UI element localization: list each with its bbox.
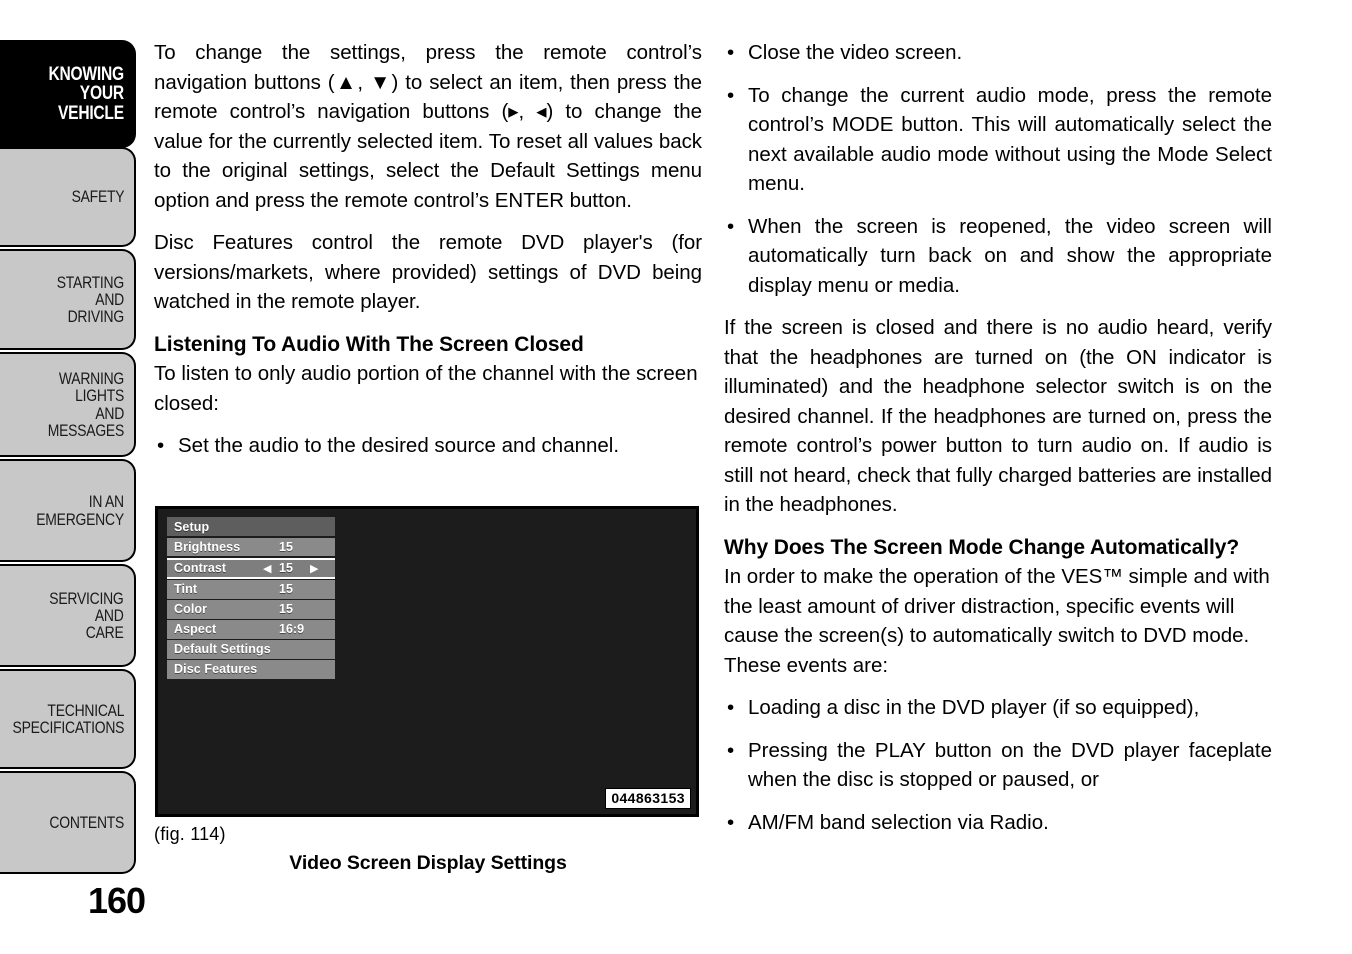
sidebar-tab-label: TECHNICAL SPECIFICATIONS <box>12 700 124 737</box>
figure-reference: (fig. 114) <box>154 824 226 844</box>
sidebar-tab-label: SAFETY <box>71 187 124 207</box>
setup-menu-item-tint[interactable]: Tint 15 <box>167 580 335 599</box>
figure-image-code: 044863153 <box>605 788 691 809</box>
bullet-dot-icon: • <box>157 434 165 457</box>
setup-menu-item-label: Default Settings <box>174 642 271 657</box>
page-number: 160 <box>88 880 146 921</box>
setup-menu-item-value: 16:9 <box>279 622 305 637</box>
setup-menu-item-value: 15 <box>279 602 293 617</box>
list-item: • Loading a disc in the DVD player (if so… <box>724 693 1272 723</box>
section-tab-sidebar: KNOWING YOUR VEHICLE SAFETY STARTING AND… <box>0 0 136 954</box>
sidebar-tab-label: KNOWING YOUR VEHICLE <box>48 63 125 124</box>
setup-menu-item-value: 15 <box>279 582 293 597</box>
setup-menu-item-label: Aspect <box>174 622 217 637</box>
sidebar-tab-label: SERVICING AND CARE <box>49 588 124 643</box>
sidebar-tab-safety[interactable]: SAFETY <box>0 147 136 247</box>
sidebar-tab-label: WARNING LIGHTS AND MESSAGES <box>47 368 125 440</box>
setup-menu-item-aspect[interactable]: Aspect 16:9 <box>167 620 335 639</box>
bullet-dot-icon: • <box>727 696 735 719</box>
left-text-column: To change the settings, press the remote… <box>154 38 702 474</box>
arrow-right-icon[interactable]: ▶ <box>310 562 318 575</box>
sidebar-tab-contents[interactable]: CONTENTS <box>0 771 136 874</box>
sidebar-tab-label: CONTENTS <box>49 812 124 832</box>
setup-menu-item-label: Disc Features <box>174 662 258 677</box>
paragraph-disc-features: Disc Features control the remote DVD pla… <box>154 231 702 313</box>
setup-menu-title: Setup <box>174 519 210 534</box>
setup-menu-item-label: Color <box>174 602 208 617</box>
setup-menu-item-default-settings[interactable]: Default Settings <box>167 640 335 659</box>
list-item: • AM/FM band selection via Radio. <box>724 808 1272 838</box>
setup-menu-item-disc-features[interactable]: Disc Features <box>167 660 335 679</box>
list-item: • When the screen is reopened, the video … <box>724 212 1272 301</box>
heading-listening-to-audio: Listening To Audio With The Screen Close… <box>154 332 584 356</box>
paragraph-settings-instructions: To change the settings, press the remote… <box>154 41 702 212</box>
bullet-list-audio-setup: • Set the audio to the desired source and… <box>154 431 702 461</box>
bullet-dot-icon: • <box>727 83 735 107</box>
sidebar-tab-warning-lights-and-messages[interactable]: WARNING LIGHTS AND MESSAGES <box>0 352 136 457</box>
setup-menu-item-contrast[interactable]: Contrast ◀ 15 ▶ <box>167 557 335 579</box>
sidebar-tab-technical-specifications[interactable]: TECHNICAL SPECIFICATIONS <box>0 669 136 769</box>
setup-menu-title-row: Setup <box>167 517 335 536</box>
right-text-column: • Close the video screen. • To change the … <box>724 38 1272 850</box>
bullet-dot-icon: • <box>727 738 735 762</box>
list-item-text: Close the video screen. <box>748 41 963 64</box>
setup-menu-item-value: 15 <box>279 561 293 575</box>
arrow-left-icon[interactable]: ◀ <box>263 562 271 575</box>
manual-page: KNOWING YOUR VEHICLE SAFETY STARTING AND… <box>0 0 1352 954</box>
setup-menu-item-color[interactable]: Color 15 <box>167 600 335 619</box>
figure-caption: Video Screen Display Settings <box>289 852 567 874</box>
setup-menu-panel: Setup Brightness 15 Contrast ◀ 15 ▶ Tint… <box>167 517 335 680</box>
figure-video-screen-display-settings: Setup Brightness 15 Contrast ◀ 15 ▶ Tint… <box>155 506 699 817</box>
paragraph-listen-audio-only: To listen to only audio portion of the c… <box>154 362 698 415</box>
sidebar-tab-label: IN AN EMERGENCY <box>36 492 124 529</box>
sidebar-tab-servicing-and-care[interactable]: SERVICING AND CARE <box>0 564 136 667</box>
list-item-text: Loading a disc in the DVD player (if so … <box>748 696 1200 719</box>
bullet-dot-icon: • <box>727 41 735 64</box>
list-item-text: Set the audio to the desired source and … <box>178 434 620 457</box>
setup-menu-item-value: 15 <box>279 539 293 554</box>
list-item-text: To change the current audio mode, press … <box>748 83 1272 196</box>
list-item-text: AM/FM band selection via Radio. <box>748 810 1049 834</box>
bullet-dot-icon: • <box>727 214 735 238</box>
setup-menu-item-label: Brightness <box>174 539 241 554</box>
list-item-text: When the screen is reopened, the video s… <box>748 214 1272 297</box>
setup-menu-item-brightness[interactable]: Brightness 15 <box>167 537 335 556</box>
paragraph-ves-auto-switch: In order to make the operation of the VE… <box>724 565 1270 677</box>
bullet-list-auto-switch-events: • Loading a disc in the DVD player (if so… <box>724 693 1272 837</box>
setup-menu-item-label: Tint <box>174 582 198 597</box>
list-item: • Set the audio to the desired source and… <box>154 431 702 461</box>
list-item: • Close the video screen. <box>724 38 1272 68</box>
bullet-list-audio-closed-screen: • Close the video screen. • To change the … <box>724 38 1272 300</box>
sidebar-tab-in-an-emergency[interactable]: IN AN EMERGENCY <box>0 459 136 562</box>
sidebar-tab-starting-and-driving[interactable]: STARTING AND DRIVING <box>0 249 136 350</box>
list-item: • Pressing the PLAY button on the DVD pla… <box>724 736 1272 795</box>
setup-menu-item-label: Contrast <box>174 561 227 575</box>
bullet-dot-icon: • <box>727 810 735 834</box>
sidebar-tab-knowing-your-vehicle[interactable]: KNOWING YOUR VEHICLE <box>0 40 136 148</box>
heading-why-screen-mode-change: Why Does The Screen Mode Change Automati… <box>724 535 1240 559</box>
list-item: • To change the current audio mode, press… <box>724 81 1272 199</box>
list-item-text: Pressing the PLAY button on the DVD play… <box>748 738 1272 792</box>
sidebar-tab-label: STARTING AND DRIVING <box>56 272 124 327</box>
paragraph-headphone-troubleshooting: If the screen is closed and there is no … <box>724 316 1272 516</box>
